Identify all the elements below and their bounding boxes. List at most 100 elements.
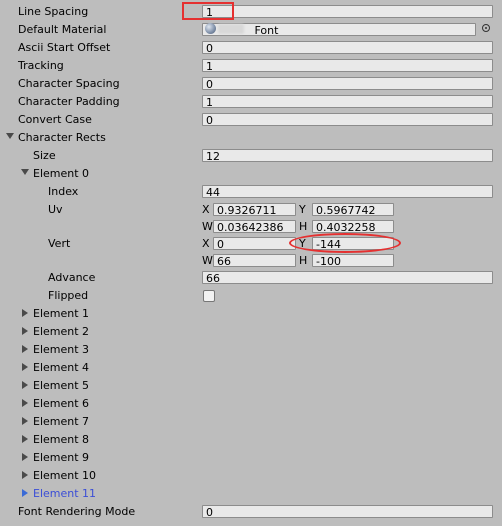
redacted-blur — [218, 24, 244, 34]
default-material-row: Default Material _Font — [0, 21, 502, 39]
element-row[interactable]: Element 5 — [0, 377, 502, 395]
collapsed-triangle-icon[interactable] — [22, 435, 28, 443]
size-label: Size — [33, 149, 56, 162]
advance-row: Advance 66 — [0, 269, 502, 287]
uv-y-label: Y — [299, 203, 306, 216]
advance-field[interactable]: 66 — [202, 271, 493, 284]
element-label: Element 6 — [33, 397, 90, 410]
vert-x-field[interactable]: 0 — [213, 237, 296, 250]
character-spacing-row: Character Spacing 0 — [0, 75, 502, 93]
ascii-start-offset-label: Ascii Start Offset — [18, 41, 111, 54]
expanded-triangle-icon[interactable] — [21, 169, 29, 175]
character-spacing-label: Character Spacing — [18, 77, 120, 90]
uv-w-label: W — [202, 220, 213, 233]
character-spacing-field[interactable]: 0 — [202, 77, 493, 90]
collapsed-triangle-icon[interactable] — [22, 363, 28, 371]
flipped-row: Flipped — [0, 287, 502, 305]
uv-w-field[interactable]: 0.03642386 — [213, 220, 296, 233]
inspector-panel: Line Spacing 1 Default Material _Font As… — [0, 0, 502, 526]
default-material-label: Default Material — [18, 23, 107, 36]
collapsed-triangle-icon[interactable] — [22, 345, 28, 353]
collapsed-triangle-icon[interactable] — [22, 417, 28, 425]
character-padding-label: Character Padding — [18, 95, 120, 108]
collapsed-triangle-icon[interactable] — [22, 381, 28, 389]
element-label: Element 10 — [33, 469, 97, 482]
convert-case-field[interactable]: 0 — [202, 113, 493, 126]
character-padding-row: Character Padding 1 — [0, 93, 502, 111]
character-rects-label: Character Rects — [18, 131, 106, 144]
collapsed-triangle-icon[interactable] — [22, 309, 28, 317]
line-spacing-row: Line Spacing 1 — [0, 3, 502, 21]
element-row[interactable]: Element 9 — [0, 449, 502, 467]
vert-row-2: W 66 H -100 — [0, 252, 502, 270]
element-label: Element 1 — [33, 307, 90, 320]
element-label: Element 11 — [33, 487, 97, 500]
element-row[interactable]: Element 10 — [0, 467, 502, 485]
vert-label: Vert — [48, 237, 71, 250]
uv-row: Uv X 0.9326711 Y 0.5967742 — [0, 201, 502, 219]
material-icon — [205, 23, 216, 34]
flipped-checkbox[interactable] — [203, 290, 215, 302]
vert-h-field[interactable]: -100 — [312, 254, 394, 267]
element-row[interactable]: Element 6 — [0, 395, 502, 413]
element-label: Element 8 — [33, 433, 90, 446]
font-rendering-mode-field[interactable]: 0 — [202, 505, 493, 518]
line-spacing-label: Line Spacing — [18, 5, 89, 18]
collapsed-triangle-icon[interactable] — [22, 453, 28, 461]
advance-label: Advance — [48, 271, 96, 284]
ascii-start-offset-row: Ascii Start Offset 0 — [0, 39, 502, 57]
tracking-label: Tracking — [18, 59, 64, 72]
collapsed-triangle-icon[interactable] — [22, 327, 28, 335]
uv-x-label: X — [202, 203, 210, 216]
index-label: Index — [48, 185, 79, 198]
ascii-start-offset-field[interactable]: 0 — [202, 41, 493, 54]
annotation-rectangle — [182, 2, 234, 20]
element-row[interactable]: Element 8 — [0, 431, 502, 449]
element-row[interactable]: Element 1 — [0, 305, 502, 323]
element-label: Element 7 — [33, 415, 90, 428]
collapsed-triangle-icon[interactable] — [22, 399, 28, 407]
tracking-row: Tracking 1 — [0, 57, 502, 75]
size-row: Size 12 — [0, 147, 502, 165]
line-spacing-field[interactable]: 1 — [202, 5, 493, 18]
vert-w-field[interactable]: 66 — [213, 254, 296, 267]
element-label: Element 9 — [33, 451, 90, 464]
element-label: Element 2 — [33, 325, 90, 338]
uv-h-field[interactable]: 0.4032258 — [312, 220, 394, 233]
vert-x-label: X — [202, 237, 210, 250]
vert-row: Vert X 0 Y -144 — [0, 235, 502, 253]
collapsed-triangle-icon[interactable] — [22, 471, 28, 479]
font-rendering-mode-row: Font Rendering Mode 0 — [0, 503, 502, 521]
font-rendering-mode-label: Font Rendering Mode — [18, 505, 136, 518]
element-row[interactable]: Element 4 — [0, 359, 502, 377]
element-0-row[interactable]: Element 0 — [0, 165, 502, 183]
element-label: Element 3 — [33, 343, 90, 356]
convert-case-row: Convert Case 0 — [0, 111, 502, 129]
uv-row-2: W 0.03642386 H 0.4032258 — [0, 218, 502, 236]
character-padding-field[interactable]: 1 — [202, 95, 493, 108]
collapsed-triangle-icon[interactable] — [22, 489, 28, 497]
index-field[interactable]: 44 — [202, 185, 493, 198]
element-row-selected[interactable]: Element 11 — [0, 485, 502, 503]
uv-label: Uv — [48, 203, 63, 216]
element-label: Element 4 — [33, 361, 90, 374]
expanded-triangle-icon[interactable] — [6, 133, 14, 139]
vert-h-label: H — [299, 254, 308, 267]
convert-case-label: Convert Case — [18, 113, 92, 126]
element-0-label: Element 0 — [33, 167, 90, 180]
element-row[interactable]: Element 3 — [0, 341, 502, 359]
flipped-label: Flipped — [48, 289, 89, 302]
vert-w-label: W — [202, 254, 213, 267]
annotation-ellipse — [289, 233, 401, 253]
character-rects-row[interactable]: Character Rects — [0, 129, 502, 147]
uv-y-field[interactable]: 0.5967742 — [312, 203, 394, 216]
element-row[interactable]: Element 2 — [0, 323, 502, 341]
object-picker-icon[interactable] — [482, 24, 490, 32]
index-row: Index 44 — [0, 183, 502, 201]
element-row[interactable]: Element 7 — [0, 413, 502, 431]
uv-x-field[interactable]: 0.9326711 — [213, 203, 296, 216]
element-label: Element 5 — [33, 379, 90, 392]
uv-h-label: H — [299, 220, 308, 233]
tracking-field[interactable]: 1 — [202, 59, 493, 72]
size-field[interactable]: 12 — [202, 149, 493, 162]
